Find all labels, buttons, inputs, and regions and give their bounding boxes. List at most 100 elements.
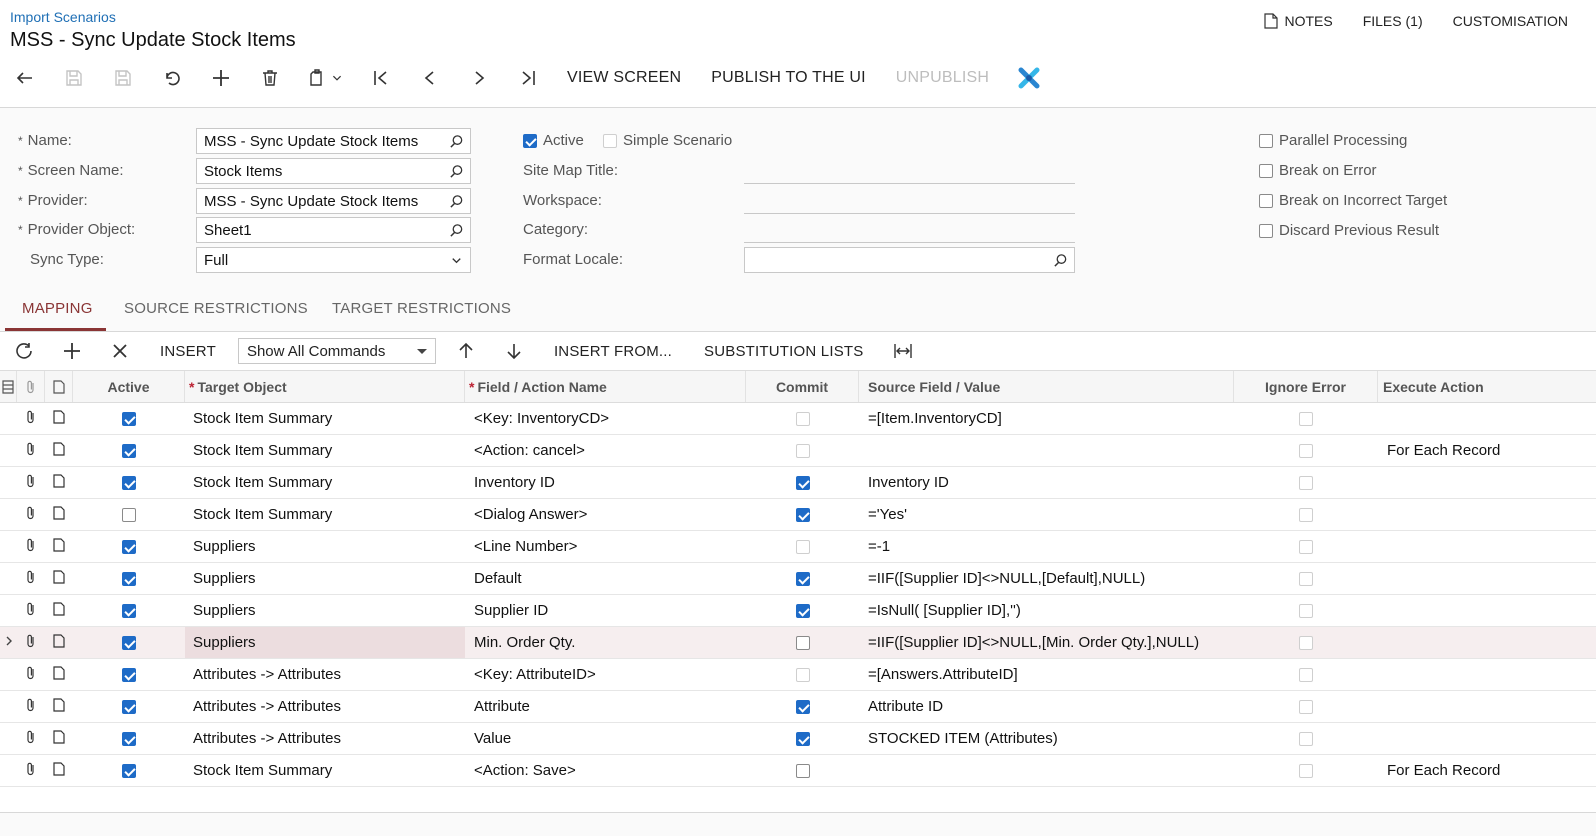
unpublish-button[interactable]: UNPUBLISH [881, 69, 1004, 87]
source-field-column-header[interactable]: Source Field / Value [859, 371, 1234, 402]
note-cell[interactable] [45, 659, 73, 690]
target-object-cell[interactable]: Stock Item Summary [185, 467, 465, 498]
ignore-error-row-checkbox[interactable] [1299, 571, 1313, 586]
customisation-button[interactable]: CUSTOMISATION [1453, 13, 1568, 29]
save-button[interactable] [98, 64, 147, 92]
commit-row-checkbox[interactable] [795, 731, 810, 746]
ignore-error-cell[interactable] [1234, 691, 1378, 722]
source-field-cell[interactable] [859, 435, 1234, 466]
source-field-cell[interactable]: =-1 [859, 531, 1234, 562]
ignore-error-cell[interactable] [1234, 531, 1378, 562]
view-screen-button[interactable]: VIEW SCREEN [552, 69, 696, 87]
simple-check-box[interactable] [603, 133, 617, 148]
table-row[interactable]: Stock Item Summary Inventory ID Inventory … [0, 467, 1596, 499]
field-action-cell[interactable]: Attribute [465, 691, 746, 722]
field-action-column-header[interactable]: * Field / Action Name [465, 371, 746, 402]
source-field-cell[interactable]: =IIF([Supplier ID]<>NULL,[Default],NULL) [859, 563, 1234, 594]
attachment-cell[interactable] [17, 563, 45, 594]
source-field-cell[interactable]: STOCKED ITEM (Attributes) [859, 723, 1234, 754]
commit-cell[interactable] [746, 723, 859, 754]
execute-action-cell[interactable] [1378, 595, 1596, 626]
execute-action-cell[interactable] [1378, 627, 1596, 658]
active-cell[interactable] [73, 723, 185, 754]
commit-row-checkbox[interactable] [795, 507, 810, 522]
execute-action-cell[interactable] [1378, 403, 1596, 434]
ignore-error-row-checkbox[interactable] [1299, 763, 1313, 778]
tab-source-restrictions[interactable]: SOURCE RESTRICTIONS [124, 300, 308, 317]
active-check-box[interactable] [523, 133, 537, 148]
source-field-cell[interactable] [859, 755, 1234, 786]
source-field-cell[interactable]: Inventory ID [859, 467, 1234, 498]
table-row[interactable]: Stock Item Summary <Action: Save> For Each… [0, 755, 1596, 787]
target-object-cell[interactable]: Stock Item Summary [185, 755, 465, 786]
site-map-title-input[interactable] [744, 158, 1075, 184]
break-target-check-box[interactable] [1259, 193, 1273, 208]
target-object-cell[interactable]: Stock Item Summary [185, 499, 465, 530]
execute-action-column-header[interactable]: Execute Action [1378, 371, 1596, 402]
row-selector[interactable] [0, 467, 17, 498]
table-row[interactable]: Attributes -> Attributes Value STOCKED ITE… [0, 723, 1596, 755]
next-record-button[interactable] [454, 64, 503, 92]
target-object-cell[interactable]: Stock Item Summary [185, 403, 465, 434]
note-cell[interactable] [45, 531, 73, 562]
ignore-error-cell[interactable] [1234, 595, 1378, 626]
search-icon[interactable] [449, 194, 464, 209]
commit-row-checkbox[interactable] [795, 667, 810, 682]
note-cell[interactable] [45, 595, 73, 626]
break-on-incorrect-target-checkbox[interactable]: Break on Incorrect Target [1259, 192, 1447, 209]
parallel-check-box[interactable] [1259, 133, 1273, 148]
note-cell[interactable] [45, 563, 73, 594]
field-action-cell[interactable]: Default [465, 563, 746, 594]
note-cell[interactable] [45, 723, 73, 754]
table-row[interactable]: Stock Item Summary <Action: cancel> For Ea… [0, 435, 1596, 467]
note-cell[interactable] [45, 499, 73, 530]
tab-mapping[interactable]: MAPPING [22, 300, 93, 317]
active-row-checkbox[interactable] [122, 443, 136, 458]
active-row-checkbox[interactable] [122, 763, 136, 778]
ignore-error-row-checkbox[interactable] [1299, 603, 1313, 618]
active-cell[interactable] [73, 467, 185, 498]
attachment-cell[interactable] [17, 499, 45, 530]
commit-cell[interactable] [746, 403, 859, 434]
search-icon[interactable] [449, 223, 464, 238]
active-checkbox[interactable]: Active [523, 132, 584, 149]
break-error-check-box[interactable] [1259, 163, 1273, 178]
commit-cell[interactable] [746, 659, 859, 690]
row-selector[interactable] [0, 435, 17, 466]
commit-row-checkbox[interactable] [795, 443, 810, 458]
grid-settings-header[interactable] [0, 371, 17, 402]
insert-button[interactable]: INSERT [144, 343, 232, 360]
workspace-input[interactable] [744, 188, 1075, 214]
attachment-cell[interactable] [17, 755, 45, 786]
break-on-error-checkbox[interactable]: Break on Error [1259, 162, 1377, 179]
active-cell[interactable] [73, 403, 185, 434]
field-action-cell[interactable]: <Action: cancel> [465, 435, 746, 466]
publish-button[interactable]: PUBLISH TO THE UI [696, 69, 881, 87]
attachment-cell[interactable] [17, 723, 45, 754]
commit-row-checkbox[interactable] [795, 603, 810, 618]
commit-row-checkbox[interactable] [795, 763, 810, 778]
note-cell[interactable] [45, 403, 73, 434]
active-row-checkbox[interactable] [122, 539, 136, 554]
commit-row-checkbox[interactable] [795, 539, 810, 554]
ignore-error-row-checkbox[interactable] [1299, 475, 1313, 490]
table-row[interactable]: Attributes -> Attributes <Key: AttributeI… [0, 659, 1596, 691]
active-row-checkbox[interactable] [122, 571, 136, 586]
commit-row-checkbox[interactable] [795, 699, 810, 714]
active-cell[interactable] [73, 755, 185, 786]
row-selector[interactable] [0, 563, 17, 594]
target-object-cell[interactable]: Attributes -> Attributes [185, 723, 465, 754]
field-action-cell[interactable]: Value [465, 723, 746, 754]
active-cell[interactable] [73, 595, 185, 626]
commit-cell[interactable] [746, 467, 859, 498]
execute-action-cell[interactable] [1378, 723, 1596, 754]
discard-check-box[interactable] [1259, 223, 1273, 238]
search-icon[interactable] [449, 134, 464, 149]
table-row[interactable]: Suppliers Min. Order Qty. =IIF([Supplier I… [0, 627, 1596, 659]
commit-cell[interactable] [746, 563, 859, 594]
target-object-column-header[interactable]: * Target Object [185, 371, 465, 402]
table-row[interactable]: Stock Item Summary <Key: InventoryCD> =[It… [0, 403, 1596, 435]
add-row-button[interactable] [48, 336, 96, 366]
active-cell[interactable] [73, 627, 185, 658]
ignore-error-row-checkbox[interactable] [1299, 635, 1313, 650]
